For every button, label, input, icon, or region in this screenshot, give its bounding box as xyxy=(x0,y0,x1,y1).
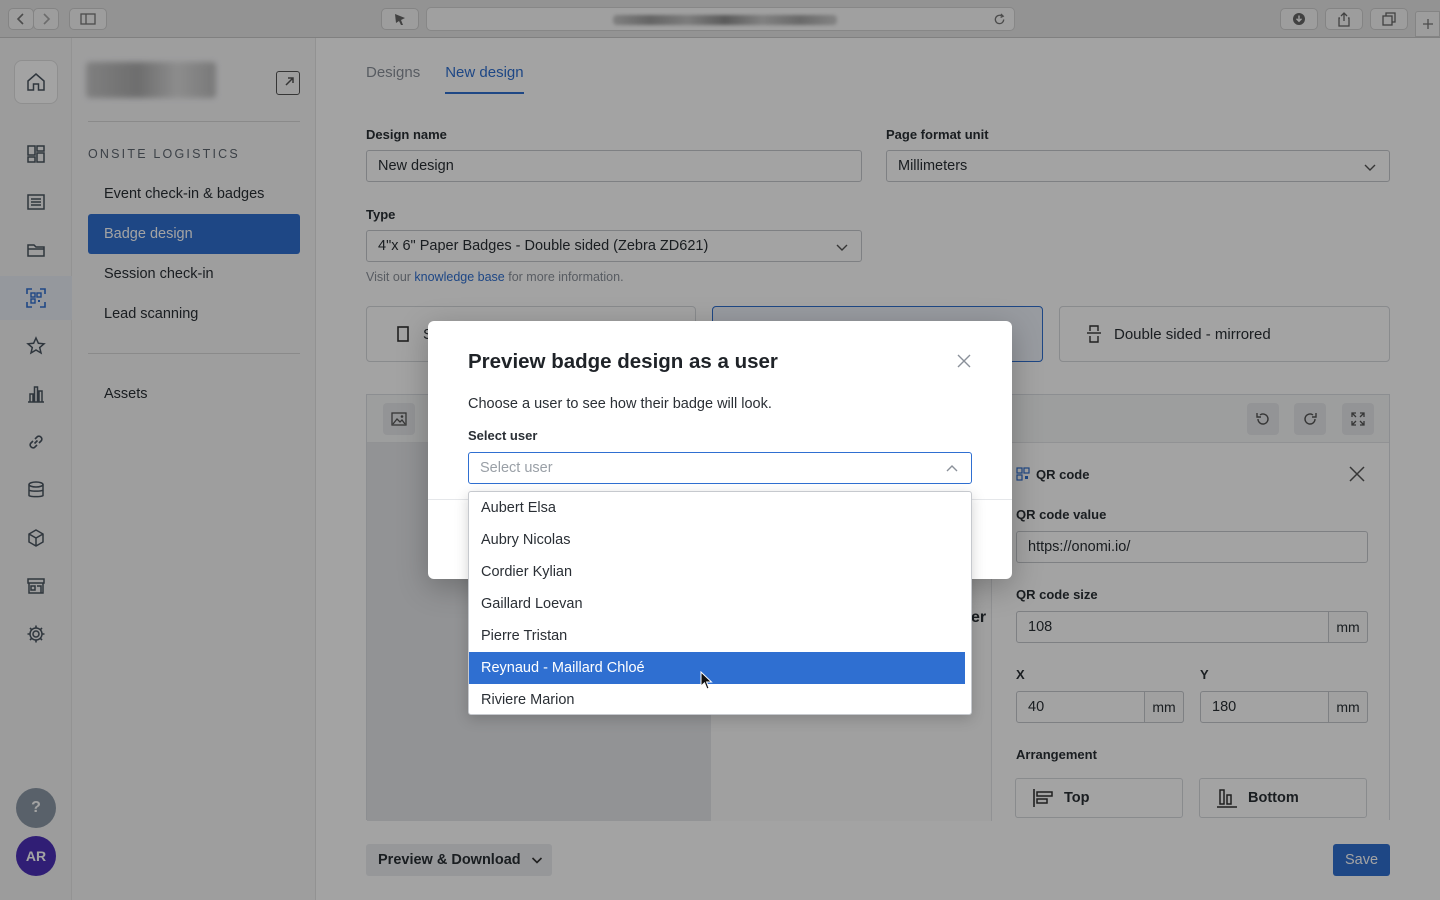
user-option[interactable]: Cordier Kylian xyxy=(469,556,965,588)
user-option[interactable]: Pierre Tristan xyxy=(469,620,965,652)
select-user-label: Select user xyxy=(468,428,538,443)
chevron-up-icon xyxy=(946,465,958,472)
mouse-cursor-icon xyxy=(700,671,713,690)
select-user-input[interactable]: Select user xyxy=(468,452,972,484)
modal-description: Choose a user to see how their badge wil… xyxy=(468,396,772,412)
close-icon[interactable] xyxy=(954,351,974,371)
user-dropdown-list: Aubert Elsa Aubry Nicolas Cordier Kylian… xyxy=(468,491,972,715)
user-option[interactable]: Riviere Marion xyxy=(469,684,965,714)
modal-title: Preview badge design as a user xyxy=(468,350,778,373)
user-option[interactable]: Aubry Nicolas xyxy=(469,524,965,556)
select-user-placeholder: Select user xyxy=(480,460,553,476)
user-option-highlighted[interactable]: Reynaud - Maillard Chloé xyxy=(469,652,965,684)
user-option[interactable]: Gaillard Loevan xyxy=(469,588,965,620)
user-option[interactable]: Aubert Elsa xyxy=(469,492,965,524)
